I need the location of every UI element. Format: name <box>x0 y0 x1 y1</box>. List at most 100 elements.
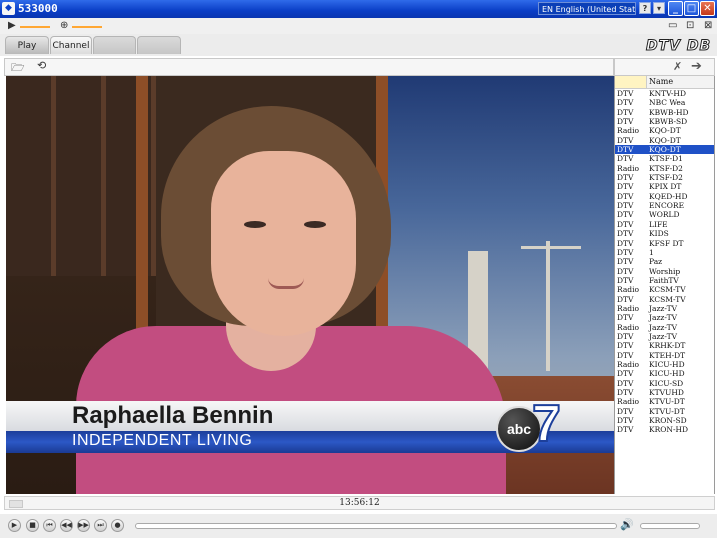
channel-row[interactable]: DTV Paz <box>615 257 714 266</box>
channel-type: DTV <box>617 219 634 229</box>
channel-type: DTV <box>617 107 634 117</box>
channel-row[interactable]: DTV KTVU-DT <box>615 407 714 416</box>
channel-row[interactable]: DTV KIDS <box>615 229 714 238</box>
tab-channel[interactable]: Channel <box>50 36 92 54</box>
channel-row[interactable]: DTV KTSF-D2 <box>615 173 714 182</box>
channel-row[interactable]: Radio KICU-HD <box>615 360 714 369</box>
signal-mini-icon[interactable]: ⊕ <box>60 20 68 31</box>
channel-row[interactable]: DTV KICU-SD <box>615 379 714 388</box>
background-crane <box>546 241 550 371</box>
channel-row[interactable]: Radio Jazz-TV <box>615 323 714 332</box>
play-indicator-line <box>20 26 50 28</box>
channel-type: DTV <box>617 247 634 257</box>
channel-type: DTV <box>617 388 634 397</box>
stop-icon[interactable]: ■ <box>26 519 39 532</box>
tab-play[interactable]: Play <box>5 36 49 54</box>
channel-type: DTV <box>617 238 634 248</box>
channel-row[interactable]: DTV KPIX DT <box>615 182 714 191</box>
channel-type: DTV <box>617 275 634 285</box>
channel-name: KTVUHD <box>649 388 684 397</box>
channel-row[interactable]: DTV KTEH-DT <box>615 351 714 360</box>
channel-row[interactable]: DTV Worship <box>615 267 714 276</box>
skip-forward-icon[interactable]: ⏭ <box>94 519 107 532</box>
channel-row[interactable]: DTV NBC Wea <box>615 98 714 107</box>
channel-row[interactable]: DTV KICU-HD <box>615 369 714 378</box>
channel-row[interactable]: DTV KBWB-SD <box>615 117 714 126</box>
channel-row[interactable]: DTV KQO-DT <box>615 136 714 145</box>
channel-row[interactable]: DTV Jazz-TV <box>615 332 714 341</box>
channel-row[interactable]: DTV KTVUHD <box>615 388 714 397</box>
help-icon[interactable]: ? <box>639 2 651 14</box>
volume-icon[interactable]: 🔊 <box>620 518 634 531</box>
fast-forward-icon[interactable]: ▶▶ <box>77 519 90 532</box>
seek-bar[interactable] <box>135 523 617 529</box>
channel-row[interactable]: DTV KTSF-D1 <box>615 154 714 163</box>
channel-row[interactable]: DTV KRON-HD <box>615 425 714 434</box>
lower-third-subtitle: INDEPENDENT LIVING <box>72 432 253 449</box>
channel-name: KTSF-D2 <box>649 173 683 183</box>
channel-row[interactable]: Radio KCSM-TV <box>615 285 714 294</box>
channel-type: DTV <box>617 154 634 164</box>
options-icon[interactable]: ▾ <box>653 2 665 14</box>
channel-row[interactable]: DTV WORLD <box>615 210 714 219</box>
channel-row[interactable]: DTV ENCORE <box>615 201 714 210</box>
channel-type: DTV <box>617 229 634 239</box>
channel-row[interactable]: Radio KTVU-DT <box>615 397 714 406</box>
language-indicator[interactable]: EN English (United States) <box>538 2 636 15</box>
minimize-button[interactable]: _ <box>668 1 683 16</box>
channel-row[interactable]: DTV KFSF DT <box>615 239 714 248</box>
channel-name: LIFE <box>649 219 668 229</box>
channel-name: KTSF-D1 <box>649 154 683 164</box>
rewind-icon[interactable]: ◀◀ <box>60 519 73 532</box>
channel-row[interactable]: DTV KQED-HD <box>615 192 714 201</box>
mini-button-1[interactable]: ▭ <box>668 20 677 31</box>
record-icon[interactable]: ● <box>111 519 124 532</box>
mini-button-3[interactable]: ⊠ <box>704 20 712 31</box>
wrench-icon[interactable]: ✗ <box>673 60 682 73</box>
close-button[interactable]: ✕ <box>700 1 715 16</box>
channel-list[interactable]: Name DTV KNTV-HD DTV NBC Wea DTV KBWB-HD DTV KB… <box>614 76 715 494</box>
channel-row[interactable]: Radio KTSF-D2 <box>615 164 714 173</box>
channel-type: DTV <box>617 369 634 379</box>
tab-blank-2[interactable] <box>137 36 181 54</box>
channel-type: DTV <box>617 191 634 201</box>
channel-name: KQO-DT <box>649 135 681 145</box>
channel-row[interactable]: DTV KBWB-HD <box>615 108 714 117</box>
maximize-button[interactable]: □ <box>684 1 699 16</box>
channel-type: DTV <box>617 294 634 304</box>
window-title: 533000 <box>18 2 58 15</box>
channel-row[interactable]: DTV KRHK-DT <box>615 341 714 350</box>
channel-row[interactable]: DTV KRON-SD <box>615 416 714 425</box>
type-column-header[interactable] <box>615 76 647 88</box>
dtv-logo: DTV DB <box>646 38 712 55</box>
play-icon[interactable]: ▶ <box>8 519 21 532</box>
channel-row[interactable]: DTV 1 <box>615 248 714 257</box>
channel-row[interactable]: DTV Jazz-TV <box>615 313 714 322</box>
channel-row[interactable]: DTV KQO-DT <box>615 145 714 155</box>
skip-back-icon[interactable]: ⏮ <box>43 519 56 532</box>
play-mini-icon[interactable]: ▶ <box>8 20 16 31</box>
video-display[interactable]: Raphaella Bennin INDEPENDENT LIVING abc … <box>6 76 614 494</box>
channel-row[interactable]: Radio Jazz-TV <box>615 304 714 313</box>
channel-type: DTV <box>617 313 634 323</box>
refresh-icon[interactable]: ⟲ <box>37 59 46 72</box>
tab-blank-1[interactable] <box>93 36 136 54</box>
mini-button-2[interactable]: ⊡ <box>686 20 694 31</box>
channel-name: KTEH-DT <box>649 350 686 360</box>
app-icon[interactable]: ◆ <box>2 2 15 15</box>
channel-name: WORLD <box>649 210 680 220</box>
channel-row[interactable]: DTV FaithTV <box>615 276 714 285</box>
channel-row[interactable]: DTV KNTV-HD <box>615 89 714 98</box>
name-column-header[interactable]: Name <box>649 76 673 88</box>
channel-name: Jazz-TV <box>649 303 678 313</box>
channel-name: KFSF DT <box>649 238 684 248</box>
channel-name: KQO-DT <box>649 145 681 155</box>
arrow-right-icon[interactable]: ➔ <box>691 59 702 74</box>
channel-row[interactable]: Radio KQO-DT <box>615 126 714 135</box>
station-logo: abc 7 <box>496 397 576 452</box>
channel-row[interactable]: DTV KCSM-TV <box>615 295 714 304</box>
volume-slider[interactable] <box>640 523 700 529</box>
channel-row[interactable]: DTV LIFE <box>615 220 714 229</box>
channel-type: Radio <box>617 285 640 295</box>
channel-name: KIDS <box>649 229 669 239</box>
